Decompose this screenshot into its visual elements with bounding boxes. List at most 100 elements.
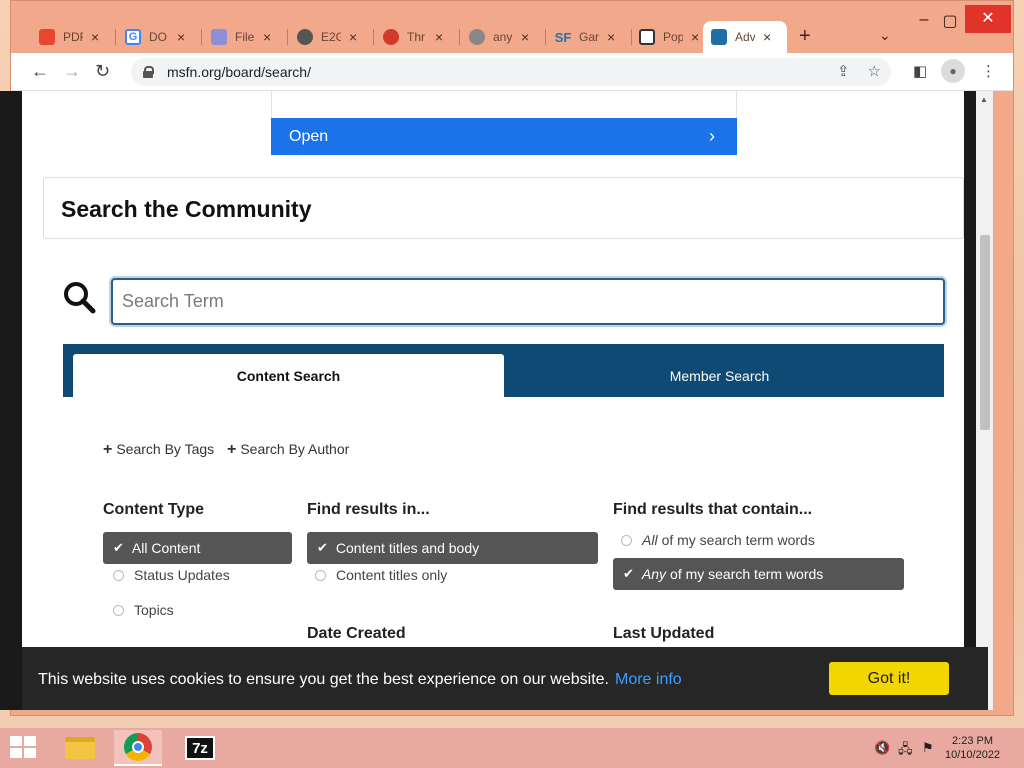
close-icon[interactable]: ×	[435, 29, 443, 45]
7zip-label: 7z	[185, 736, 215, 760]
search-icon	[64, 282, 96, 314]
back-button[interactable]: ←	[31, 61, 49, 82]
tab-advanced-search[interactable]: Adv ×	[703, 21, 787, 53]
network-icon[interactable]: 🖧	[898, 740, 913, 762]
checkmark-icon: ✔	[317, 540, 328, 555]
contain-heading: Find results that contain...	[613, 501, 813, 518]
option-label: of my search term words	[661, 532, 815, 548]
search-header-card: Search the Community	[43, 177, 964, 239]
tab-pop[interactable]: Pop ×	[631, 21, 707, 53]
tab-sf[interactable]: SF Gar ×	[547, 21, 623, 53]
option-any-words[interactable]: ✔ Any of my search term words	[613, 558, 904, 590]
page-left-gutter	[0, 91, 22, 710]
option-label: Status Updates	[134, 567, 230, 583]
cookie-text: This website uses cookies to ensure you …	[38, 671, 609, 688]
tab-label: Adv	[735, 30, 755, 44]
option-label: of my search term words	[670, 566, 824, 582]
option-label: All Content	[131, 540, 201, 556]
pdf-icon	[39, 29, 55, 45]
clock[interactable]: 2:23 PM 10/10/2022	[945, 734, 1000, 762]
option-titles-and-body[interactable]: ✔ Content titles and body	[307, 532, 598, 564]
close-icon[interactable]: ×	[177, 29, 185, 45]
forward-button[interactable]: →	[63, 61, 81, 82]
option-topics[interactable]: Topics	[113, 602, 174, 618]
radio-button[interactable]	[315, 569, 326, 581]
radio-button[interactable]	[621, 534, 632, 546]
tab-label: Gar	[579, 30, 599, 44]
page-viewport: Open › Search the Community Content Sear…	[22, 91, 976, 710]
reload-button[interactable]: ↻	[95, 61, 110, 82]
tab-file[interactable]: File ×	[203, 21, 279, 53]
content-type-heading: Content Type	[103, 501, 205, 518]
chrome-icon[interactable]	[114, 730, 162, 766]
tab-thread[interactable]: Thr ×	[375, 21, 451, 53]
search-by-tags-label: Search By Tags	[116, 441, 215, 457]
scrollbar[interactable]: ▲ ▼	[976, 91, 993, 710]
scroll-thumb[interactable]	[980, 235, 990, 430]
globe-icon	[469, 29, 485, 45]
tab-label: Thr	[407, 30, 425, 44]
thread-icon	[383, 29, 399, 45]
windows-start-icon[interactable]	[10, 736, 38, 760]
tab-separator	[287, 29, 288, 45]
tab-google[interactable]: G DO ×	[117, 21, 193, 53]
file-icon	[211, 29, 227, 45]
profile-avatar[interactable]: ●	[941, 59, 965, 83]
search-by-author-label: Search By Author	[240, 441, 350, 457]
checkmark-icon: ✔	[623, 566, 634, 581]
sf-icon: SF	[554, 29, 572, 45]
radio-button[interactable]	[113, 604, 124, 616]
close-icon[interactable]: ×	[763, 29, 771, 45]
7zip-icon[interactable]: 7z	[176, 730, 224, 766]
search-input[interactable]	[111, 278, 945, 325]
search-by-author-link[interactable]: + Search By Author	[227, 441, 349, 459]
option-titles-only[interactable]: Content titles only	[315, 567, 447, 583]
maximize-button[interactable]: ▢	[935, 11, 965, 31]
action-center-flag-icon[interactable]: ⚑	[922, 740, 934, 756]
tab-separator	[115, 29, 116, 45]
page-right-gutter	[964, 91, 976, 710]
url-text: msfn.org/board/search/	[167, 64, 311, 80]
option-status-updates[interactable]: Status Updates	[113, 567, 230, 583]
close-icon[interactable]: ×	[691, 29, 699, 45]
more-info-link[interactable]: More info	[615, 671, 682, 688]
tab-label: Pop	[663, 30, 683, 44]
option-all-content[interactable]: ✔ All Content	[103, 532, 292, 564]
close-icon[interactable]: ×	[521, 29, 529, 45]
tab-pdf[interactable]: PDF ×	[31, 21, 107, 53]
checkmark-icon: ✔	[113, 540, 124, 555]
tab-label: PDF	[63, 30, 83, 44]
cookie-accept-button[interactable]: Got it!	[829, 662, 949, 695]
tab-content-search[interactable]: Content Search	[73, 354, 504, 397]
tab-label: File	[235, 30, 255, 44]
close-icon[interactable]: ×	[263, 29, 271, 45]
option-all-words[interactable]: All of my search term words	[621, 532, 815, 548]
bookmark-star-icon[interactable]: ☆	[868, 62, 881, 80]
radio-button[interactable]	[113, 569, 124, 581]
menu-kebab-icon[interactable]: ⋮	[981, 62, 996, 80]
file-explorer-icon[interactable]	[56, 730, 104, 766]
close-icon[interactable]: ×	[91, 29, 99, 45]
close-icon[interactable]: ×	[607, 29, 615, 45]
tab-search-chevron-icon[interactable]: ⌄	[879, 27, 891, 44]
option-label: Content titles and body	[335, 540, 480, 556]
tab-label: E2G	[321, 30, 341, 44]
share-icon[interactable]: ⇪	[837, 62, 850, 80]
close-window-button[interactable]: ✕	[965, 5, 1011, 33]
close-icon[interactable]: ×	[349, 29, 357, 45]
page-title: Search the Community	[61, 196, 312, 222]
side-panel-icon[interactable]: ◧	[913, 62, 927, 80]
tab-any[interactable]: any ×	[461, 21, 537, 53]
scroll-up-arrow-icon[interactable]: ▲	[980, 95, 988, 104]
volume-muted-icon[interactable]: 🔇	[874, 740, 890, 756]
address-bar[interactable]: msfn.org/board/search/ ⇪ ☆	[131, 58, 891, 86]
globe-icon	[297, 29, 313, 45]
browser-toolbar: ← → ↻ msfn.org/board/search/ ⇪ ☆ ◧ ● ⋮	[11, 53, 1013, 91]
new-tab-button[interactable]: +	[799, 25, 811, 48]
search-by-tags-link[interactable]: + Search By Tags	[103, 441, 214, 459]
lock-icon	[143, 66, 154, 78]
tab-e2g[interactable]: E2G ×	[289, 21, 365, 53]
tab-strip: PDF × G DO × File × E2G × Thr ×	[11, 1, 1013, 53]
ad-open-button[interactable]: Open ›	[271, 118, 737, 155]
tab-member-search[interactable]: Member Search	[504, 354, 935, 397]
